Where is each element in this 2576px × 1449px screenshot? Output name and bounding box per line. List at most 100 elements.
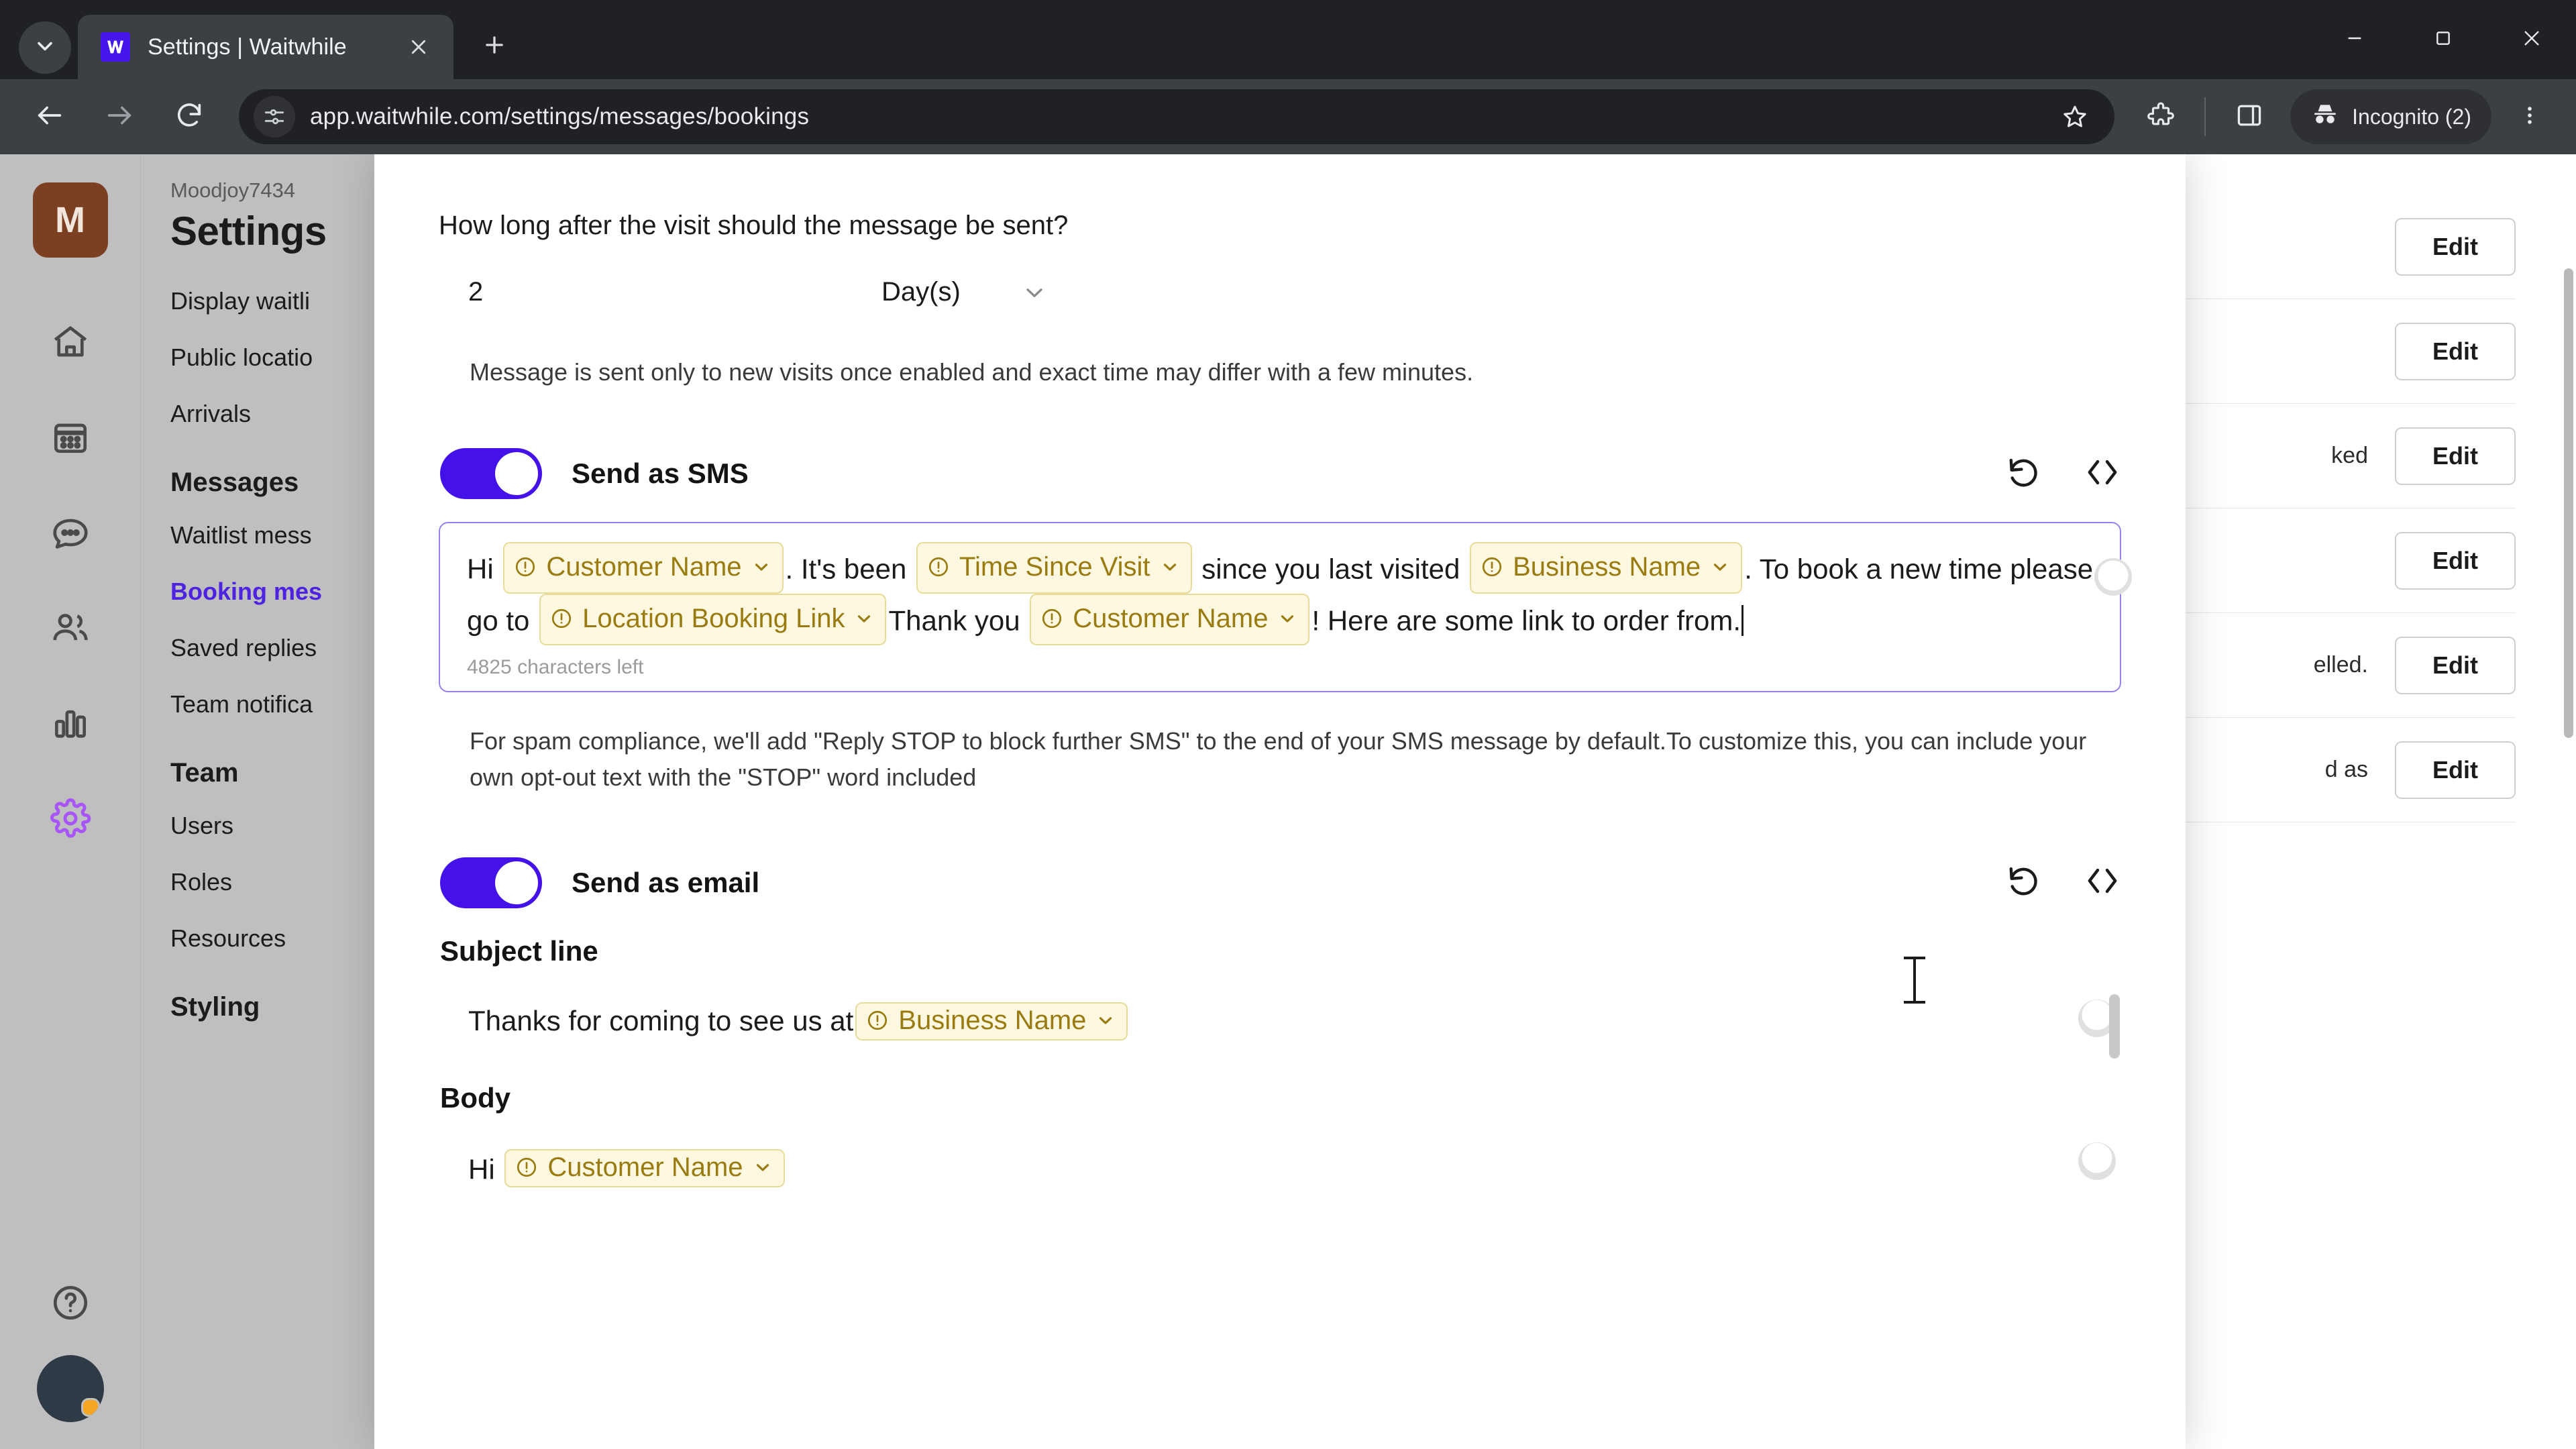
reset-icon[interactable] [2004, 453, 2042, 494]
variable-token-business-name[interactable]: Business Name [855, 1002, 1128, 1040]
browser-menu-button[interactable] [2501, 88, 2559, 146]
browser-window: Settings | Waitwhile app.waitwhile.com/s… [0, 0, 2576, 1449]
variable-token-customer-name[interactable]: Customer Name [503, 542, 784, 594]
delay-duration-row: 2 Day(s) [439, 265, 2121, 319]
body-label: Body [440, 1081, 511, 1114]
plus-circle-icon [2078, 1139, 2116, 1183]
chevron-down-icon [1095, 1010, 1116, 1030]
url-text: app.waitwhile.com/settings/messages/book… [310, 103, 810, 129]
chevron-down-icon [33, 34, 57, 62]
token-label: Business Name [1513, 552, 1701, 582]
email-body-editor[interactable]: Hi Customer Name [439, 1132, 2121, 1187]
incognito-label: Incognito (2) [2352, 104, 2471, 129]
editor-text: Hi [467, 553, 502, 585]
chevron-down-icon [1021, 279, 1048, 306]
variable-token-time-since-visit[interactable]: Time Since Visit [916, 542, 1192, 594]
email-subject-editor[interactable]: Thanks for coming to see us at Business … [439, 987, 2121, 1059]
warning-circle-icon [550, 607, 573, 630]
editor-text: Thank you [888, 604, 1028, 637]
token-label: Customer Name [1073, 603, 1269, 633]
token-label: Customer Name [546, 552, 742, 582]
close-icon[interactable] [401, 30, 436, 64]
variable-token-business-name[interactable]: Business Name [1470, 542, 1743, 594]
three-dot-menu-icon [2518, 104, 2541, 130]
token-label: Business Name [898, 1005, 1087, 1035]
send-as-sms-label: Send as SMS [572, 458, 749, 489]
plus-circle-icon [2094, 557, 2132, 598]
browser-toolbar: app.waitwhile.com/settings/messages/book… [0, 79, 2576, 154]
sms-editor-body[interactable]: Hi Customer Name . It's been Time Since V… [467, 542, 2096, 645]
warning-circle-icon [1481, 555, 1503, 578]
forward-button[interactable] [87, 85, 152, 149]
code-brackets-icon[interactable] [2084, 453, 2121, 494]
sms-message-editor[interactable]: Hi Customer Name . It's been Time Since V… [439, 522, 2132, 692]
tab-strip: Settings | Waitwhile [0, 0, 2576, 79]
address-bar[interactable]: app.waitwhile.com/settings/messages/book… [239, 89, 2115, 144]
chevron-down-icon [854, 608, 874, 629]
side-panel-button[interactable] [2220, 88, 2278, 146]
add-variable-button[interactable] [2094, 558, 2132, 596]
warning-circle-icon [927, 555, 950, 578]
arrow-right-icon [104, 100, 135, 134]
delay-question-label: How long after the visit should the mess… [439, 211, 1069, 240]
window-close-button[interactable] [2487, 0, 2576, 79]
page-scrollbar[interactable] [2564, 268, 2573, 738]
side-panel-icon [2235, 101, 2264, 133]
variable-token-customer-name-2[interactable]: Customer Name [1030, 593, 1310, 645]
warning-circle-icon [866, 1009, 889, 1032]
sms-characters-left: 4825 characters left [467, 655, 644, 678]
sms-compliance-text: For spam compliance, we'll add "Reply ST… [470, 727, 2087, 791]
editor-text: ! Here are some link to order from. [1311, 604, 1741, 637]
extensions-button[interactable] [2132, 88, 2190, 146]
chevron-down-icon [1710, 557, 1730, 577]
tab-search-button[interactable] [19, 21, 71, 74]
delay-amount-input[interactable]: 2 [439, 265, 881, 319]
incognito-indicator[interactable]: Incognito (2) [2290, 89, 2491, 144]
editor-text: since you last visited [1193, 553, 1468, 585]
waitwhile-logo-icon [101, 32, 130, 62]
close-icon [2521, 28, 2542, 52]
delay-hint-text: Message is sent only to new visits once … [470, 358, 1474, 386]
send-as-email-label: Send as email [572, 866, 760, 898]
new-tab-button[interactable] [471, 23, 518, 70]
warning-circle-icon [1040, 607, 1063, 630]
tab-title: Settings | Waitwhile [148, 34, 347, 60]
delay-unit-select[interactable]: Day(s) [881, 265, 1068, 319]
extensions-icon [2146, 101, 2176, 133]
minimize-icon [2344, 28, 2365, 52]
toggle-knob [495, 861, 538, 904]
maximize-icon [2432, 28, 2454, 52]
editor-text: Thanks for coming to see us at [468, 1005, 854, 1037]
chevron-down-icon [1277, 608, 1297, 629]
editor-text: Hi [468, 1153, 503, 1185]
star-icon[interactable] [2053, 95, 2097, 139]
reload-icon [174, 100, 205, 134]
back-button[interactable] [17, 85, 82, 149]
email-toggle-row: Send as email [439, 857, 2121, 908]
chevron-down-icon [751, 557, 771, 577]
minimize-button[interactable] [2310, 0, 2399, 79]
token-label: Customer Name [547, 1152, 743, 1182]
text-caret [1741, 605, 1744, 637]
delay-unit-value: Day(s) [881, 277, 961, 307]
send-as-email-toggle[interactable] [440, 857, 542, 908]
warning-circle-icon [515, 1156, 538, 1179]
chevron-down-icon [1160, 557, 1180, 577]
code-brackets-icon[interactable] [2084, 862, 2121, 903]
reload-button[interactable] [157, 85, 221, 149]
text-cursor [1904, 957, 1925, 1004]
subject-scrollbar[interactable] [2109, 994, 2120, 1059]
maximize-button[interactable] [2399, 0, 2487, 79]
sms-actions [2004, 453, 2121, 494]
modal-content: How long after the visit should the mess… [374, 154, 2186, 1187]
browser-tab[interactable]: Settings | Waitwhile [78, 15, 453, 79]
tune-icon[interactable] [254, 96, 295, 138]
send-as-sms-toggle[interactable] [440, 448, 542, 499]
reset-icon[interactable] [2004, 862, 2042, 903]
variable-token-customer-name[interactable]: Customer Name [504, 1148, 785, 1187]
variable-token-location-booking-link[interactable]: Location Booking Link [539, 593, 887, 645]
booking-message-modal: How long after the visit should the mess… [374, 154, 2186, 1449]
page-viewport: M Moodjoy7434 Settings Display waitli Pu… [0, 154, 2576, 1449]
add-variable-button[interactable] [2078, 1142, 2116, 1180]
warning-circle-icon [514, 555, 537, 578]
